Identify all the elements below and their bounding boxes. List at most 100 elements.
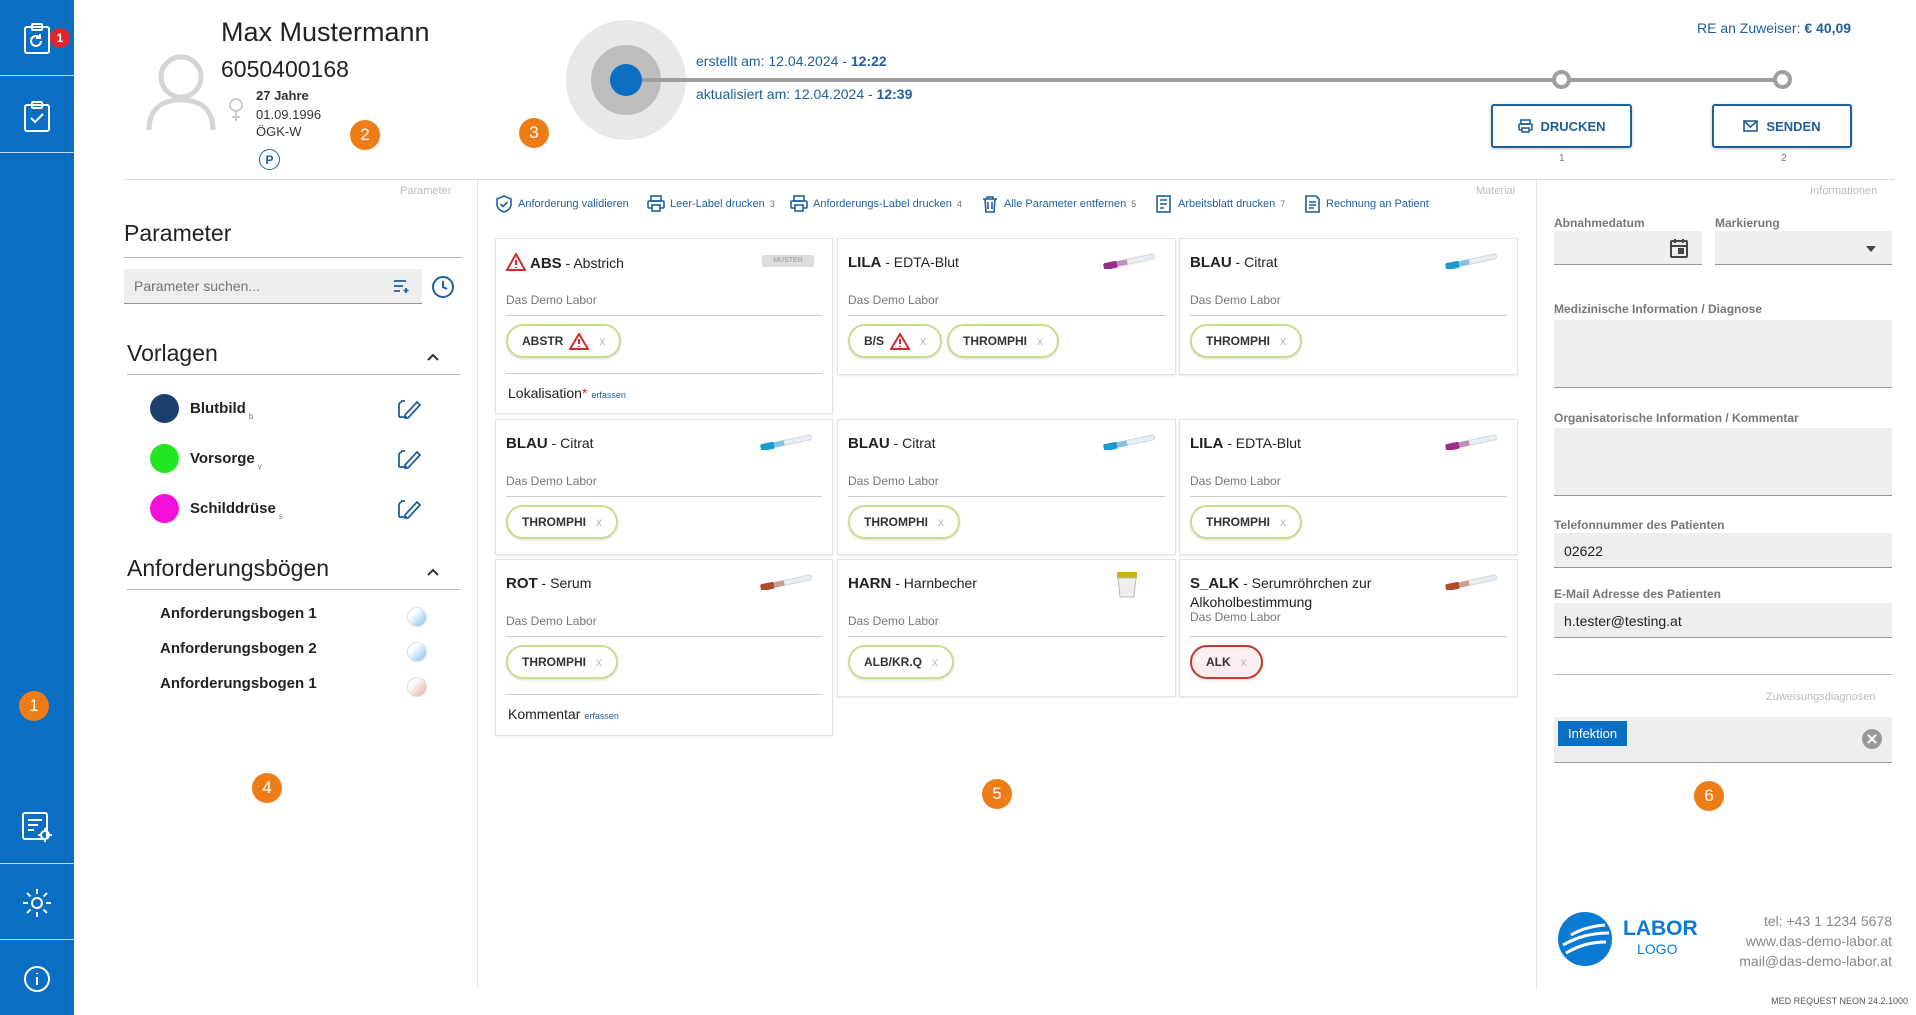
warning-icon <box>569 332 590 350</box>
footer-link[interactable]: erfassen <box>584 711 619 721</box>
chip-label: THROMPHI <box>522 515 586 529</box>
chevron-up-icon[interactable] <box>427 353 439 361</box>
marking-select[interactable] <box>1715 231 1892 265</box>
parameter-chip[interactable]: THROMPHI x <box>506 505 618 539</box>
toolbar-item-1[interactable]: Anforderung validieren <box>495 195 629 213</box>
card-lab-name: Das Demo Labor <box>848 293 939 307</box>
sampling-date-label: Abnahmedatum <box>1554 216 1645 230</box>
print-button[interactable]: DRUCKEN <box>1491 104 1632 148</box>
chip-remove-button[interactable]: x <box>1241 655 1247 669</box>
sidebar: 1 1 <box>0 0 74 1015</box>
clipboard-check-icon <box>24 101 50 132</box>
toolbar-item-2[interactable]: Leer-Label drucken 3 <box>647 195 775 213</box>
chip-label: THROMPHI <box>522 655 586 669</box>
template-color-dot <box>150 493 179 523</box>
medical-info-textarea[interactable] <box>1554 320 1892 388</box>
toolbar-item-3[interactable]: Anforderungs-Label drucken 4 <box>790 195 962 213</box>
phone-field[interactable]: 02622 <box>1554 533 1892 568</box>
history-icon[interactable] <box>431 275 455 299</box>
card-footer-field[interactable]: Kommentar erfassen <box>508 706 619 722</box>
chip-remove-button[interactable]: x <box>1280 334 1286 348</box>
parameter-chip[interactable]: ALK x <box>1190 645 1263 679</box>
footer-link[interactable]: erfassen <box>591 390 626 400</box>
tube-blau-icon <box>758 434 814 451</box>
chip-remove-button[interactable]: x <box>596 655 602 669</box>
parameter-chip[interactable]: THROMPHI x <box>506 645 618 679</box>
card-title: LILA - EDTA-Blut <box>1190 435 1301 452</box>
chip-label: THROMPHI <box>1206 515 1270 529</box>
calendar-icon[interactable] <box>1670 238 1688 258</box>
parameter-chip[interactable]: ALB/KR.Q x <box>848 645 954 679</box>
tube-lila-icon <box>1443 434 1499 451</box>
worksheet-icon <box>1156 195 1171 213</box>
card-footer-field[interactable]: Lokalisation* erfassen <box>508 385 626 401</box>
forms-title: Anforderungsbögen <box>127 555 330 581</box>
parameter-chip[interactable]: THROMPHI x <box>848 505 960 539</box>
toolbar-item-shortcut: 7 <box>1280 199 1286 209</box>
contact-email[interactable]: mail@das-demo-labor.at <box>1700 951 1892 971</box>
toolbar-item-6[interactable]: Rechnung an Patient <box>1303 195 1429 213</box>
org-info-textarea[interactable] <box>1554 428 1892 496</box>
material-card: BLAU - Citrat Das Demo Labor THROMPHI x <box>837 419 1176 555</box>
parameter-chip[interactable]: THROMPHI x <box>1190 324 1302 358</box>
created-info: erstellt am: 12.04.2024 - 12:22 <box>696 53 887 69</box>
parameter-search-input[interactable] <box>124 269 374 302</box>
chip-label: ALB/KR.Q <box>864 655 922 669</box>
card-code: ABS <box>530 255 562 272</box>
version-label: MED REQUEST NEON 24.2.1000 <box>1771 996 1908 1006</box>
chip-label: THROMPHI <box>864 515 928 529</box>
toolbar-item-5[interactable]: Arbeitsblatt drucken 7 <box>1155 195 1285 213</box>
toolbar-item-label: Rechnung an Patient <box>1326 198 1429 210</box>
tube-rot-icon <box>758 574 814 591</box>
chip-label: ABSTR <box>522 334 564 348</box>
edit-template-button[interactable] <box>396 397 422 424</box>
toolbar-item-label: Leer-Label drucken <box>670 198 765 210</box>
warning-icon <box>505 251 527 276</box>
template-item[interactable]: Blutbild b <box>150 392 253 424</box>
chip-remove-button[interactable]: x <box>1280 515 1286 529</box>
filter-list-icon[interactable] <box>393 279 411 293</box>
sidebar-tasks-button[interactable] <box>0 80 74 154</box>
chevron-up-icon[interactable] <box>427 568 439 576</box>
chip-remove-button[interactable]: x <box>599 334 605 348</box>
chip-remove-button[interactable]: x <box>596 515 602 529</box>
chip-remove-button[interactable]: x <box>938 515 944 529</box>
email-field[interactable]: h.tester@testing.at <box>1554 603 1892 638</box>
chip-label: B/S <box>864 334 885 348</box>
template-item[interactable]: Vorsorge v <box>150 442 262 474</box>
template-color-dot <box>150 443 179 473</box>
chip-remove-button[interactable]: x <box>932 655 938 669</box>
form-item[interactable]: Anforderungsbogen 1 <box>160 675 317 692</box>
template-item[interactable]: Schilddrüse s <box>150 492 283 524</box>
form-item[interactable]: Anforderungsbogen 2 <box>160 640 317 657</box>
parameter-chip[interactable]: THROMPHI x <box>1190 505 1302 539</box>
contact-website[interactable]: www.das-demo-labor.at <box>1700 931 1892 951</box>
form-item[interactable]: Anforderungsbogen 1 <box>160 605 317 622</box>
sidebar-info-button[interactable] <box>0 942 74 1015</box>
sidebar-settings-button[interactable] <box>0 866 74 940</box>
toolbar-item-4[interactable]: Alle Parameter entfernen 5 <box>981 195 1136 213</box>
parameter-search-field[interactable] <box>124 269 422 304</box>
parameter-chip[interactable]: THROMPHI x <box>947 324 1059 358</box>
sampling-date-field[interactable] <box>1554 231 1702 265</box>
send-button[interactable]: SENDEN <box>1712 104 1852 148</box>
clear-diagnosis-button[interactable] <box>1862 729 1882 749</box>
card-divider <box>506 694 822 695</box>
card-material-name: Citrat <box>1244 254 1278 270</box>
invoice-icon <box>1305 195 1320 213</box>
edit-icon <box>398 500 422 519</box>
parameter-chip[interactable]: B/S x <box>848 324 943 358</box>
diagnosis-tag[interactable]: Infektion <box>1558 721 1628 746</box>
chip-remove-button[interactable]: x <box>920 334 926 348</box>
avatar-icon <box>146 54 216 131</box>
edit-template-button[interactable] <box>396 497 422 524</box>
parameter-chip[interactable]: ABSTR x <box>506 324 622 358</box>
card-lab-name: Das Demo Labor <box>848 614 939 628</box>
sidebar-document-settings-button[interactable] <box>0 790 74 864</box>
step-marker-5: 5 <box>982 779 1012 809</box>
contact-phone: tel: +43 1 1234 5678 <box>1763 913 1892 929</box>
edit-template-button[interactable] <box>396 447 422 474</box>
chip-remove-button[interactable]: x <box>1037 334 1043 348</box>
empty-field-line[interactable] <box>1554 674 1892 675</box>
diagnoses-field[interactable]: Infektion <box>1554 717 1892 763</box>
